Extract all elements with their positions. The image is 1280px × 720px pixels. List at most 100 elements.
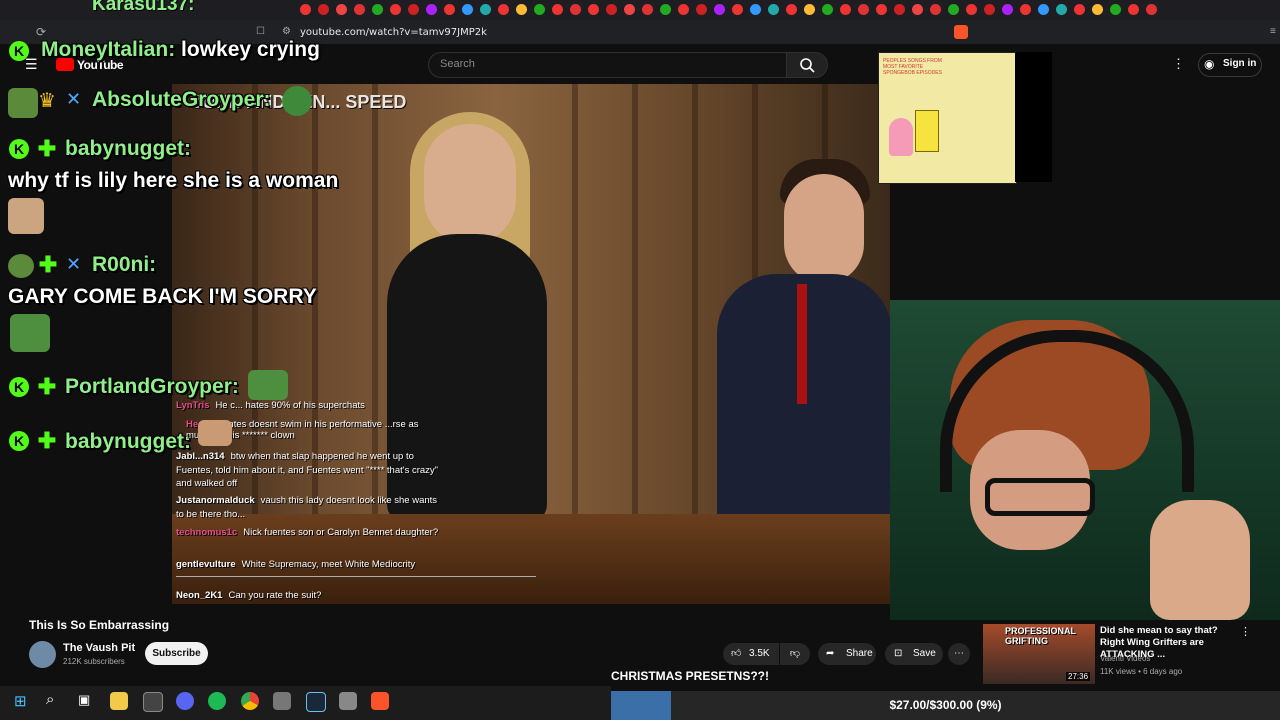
- browser-tab-icon[interactable]: [1020, 4, 1031, 15]
- browser-tab-icon[interactable]: [858, 4, 869, 15]
- browser-tab-icon[interactable]: [516, 4, 527, 15]
- browser-tab-icon[interactable]: [462, 4, 473, 15]
- browser-tab-icon[interactable]: [822, 4, 833, 15]
- browser-tab-icon[interactable]: [1074, 4, 1085, 15]
- browser-tab-icon[interactable]: [624, 4, 635, 15]
- browser-tab-icon[interactable]: [696, 4, 707, 15]
- bookmark-icon[interactable]: ☐: [256, 26, 265, 37]
- browser-tab-icon[interactable]: [786, 4, 797, 15]
- browser-tab-icon[interactable]: [948, 4, 959, 15]
- browser-tab-icon[interactable]: [606, 4, 617, 15]
- browser-tab-icon[interactable]: [372, 4, 383, 15]
- pepe-emote-icon: [8, 254, 34, 278]
- browser-tab-icon[interactable]: [966, 4, 977, 15]
- browser-tab-icon[interactable]: [768, 4, 779, 15]
- browser-tab-icon[interactable]: [588, 4, 599, 15]
- browser-tab-icon[interactable]: [1110, 4, 1121, 15]
- chat-line-4-msg: GARY COME BACK I'M SORRY: [8, 285, 317, 309]
- browser-tab-icon[interactable]: [732, 4, 743, 15]
- obs-icon[interactable]: [143, 692, 163, 712]
- spotify-icon[interactable]: [208, 692, 226, 710]
- browser-tab-icon[interactable]: [1002, 4, 1013, 15]
- browser-tab-icon[interactable]: [894, 4, 905, 15]
- patrick-image: [889, 118, 913, 156]
- small-chat-line: Justanormalduck vaush this lady doesnt lo…: [176, 494, 441, 522]
- thumbnail-border: [1015, 52, 1052, 182]
- windows-start-icon[interactable]: ⊞: [14, 692, 27, 710]
- more-options-icon[interactable]: ⋮: [1172, 56, 1185, 72]
- small-chat-user: Jabl...n314: [176, 451, 225, 462]
- plus-badge-icon: ✚: [37, 428, 57, 453]
- site-info-icon[interactable]: ⚙: [282, 26, 291, 37]
- browser-tab-icon[interactable]: [1146, 4, 1157, 15]
- app-icon[interactable]: [273, 692, 291, 710]
- search-placeholder: Search: [440, 58, 475, 70]
- browser-tab-icon[interactable]: [984, 4, 995, 15]
- like-button[interactable]: 👍︎ 3.5K: [723, 643, 779, 665]
- browser-tab-icon[interactable]: [930, 4, 941, 15]
- browser-tab-icon[interactable]: [1128, 4, 1139, 15]
- steam-icon[interactable]: [306, 692, 326, 712]
- browser-tab-icon[interactable]: [390, 4, 401, 15]
- file-explorer-icon[interactable]: [110, 692, 128, 710]
- browser-tab-icon[interactable]: [300, 4, 311, 15]
- browser-tab-icon[interactable]: [408, 4, 419, 15]
- subscribe-button[interactable]: Subscribe: [145, 642, 208, 665]
- small-chat-line: Neon_2K1 Can you rate the suit?: [176, 590, 321, 601]
- browser-tab-icon[interactable]: [1092, 4, 1103, 15]
- browser-tab-icon[interactable]: [318, 4, 329, 15]
- browser-tab-icon[interactable]: [336, 4, 347, 15]
- pepe-emote-icon: [282, 86, 312, 116]
- browser-tab-icon[interactable]: [570, 4, 581, 15]
- browser-tab-icon[interactable]: [1056, 4, 1067, 15]
- browser-tab-icon[interactable]: [804, 4, 815, 15]
- save-button[interactable]: ⊡ Save: [885, 643, 943, 665]
- browser-tab-icon[interactable]: [750, 4, 761, 15]
- browser-tab-icon[interactable]: [534, 4, 545, 15]
- browser-tab-icon[interactable]: [714, 4, 725, 15]
- chat-username[interactable]: MoneyItalian:: [41, 38, 175, 61]
- app-icon-2[interactable]: [339, 692, 357, 710]
- url-text[interactable]: youtube.com/watch?v=tamv97JMP2k: [300, 27, 487, 38]
- brave-shield-icon[interactable]: [954, 25, 968, 39]
- channel-avatar[interactable]: [29, 641, 56, 668]
- more-actions-button[interactable]: ⋯: [948, 643, 970, 665]
- search-input[interactable]: Search: [428, 52, 788, 78]
- chat-username[interactable]: AbsoluteGroyper:: [92, 88, 271, 111]
- chat-username[interactable]: babynugget:: [65, 430, 191, 453]
- chat-username[interactable]: R00ni:: [92, 253, 156, 276]
- discord-icon[interactable]: [176, 692, 194, 710]
- pepe-emote-icon: [248, 370, 288, 400]
- browser-tab-icon[interactable]: [480, 4, 491, 15]
- video-progress-bar[interactable]: [176, 576, 536, 577]
- menu-icon[interactable]: ≡: [1270, 26, 1276, 37]
- search-button[interactable]: [786, 52, 828, 78]
- browser-tab-icon[interactable]: [354, 4, 365, 15]
- brave-icon[interactable]: [371, 692, 389, 710]
- browser-tab-icon[interactable]: [642, 4, 653, 15]
- search-icon[interactable]: ⌕: [46, 691, 54, 708]
- more-options-icon[interactable]: ⋮: [1240, 625, 1251, 638]
- small-chat-message: He c... hates 90% of his superchats: [215, 400, 365, 411]
- chrome-icon[interactable]: [241, 692, 259, 710]
- reload-icon[interactable]: ⟳: [36, 25, 46, 39]
- browser-tab-icon[interactable]: [912, 4, 923, 15]
- browser-tab-icon[interactable]: [552, 4, 563, 15]
- recommended-channel[interactable]: Valenti Videos: [1100, 654, 1150, 663]
- browser-tab-icon[interactable]: [678, 4, 689, 15]
- share-button[interactable]: ➦ Share: [818, 643, 876, 665]
- browser-tab-icon[interactable]: [1038, 4, 1049, 15]
- sign-in-button[interactable]: ◉ Sign in: [1198, 53, 1262, 77]
- hamburger-icon[interactable]: ☰: [25, 56, 38, 73]
- browser-tab-icon[interactable]: [840, 4, 851, 15]
- browser-tab-icon[interactable]: [498, 4, 509, 15]
- browser-tab-icon[interactable]: [426, 4, 437, 15]
- browser-tab-icon[interactable]: [444, 4, 455, 15]
- channel-name[interactable]: The Vaush Pit: [63, 642, 135, 654]
- browser-tab-icon[interactable]: [876, 4, 887, 15]
- chat-username[interactable]: PortlandGroyper:: [65, 375, 239, 398]
- dislike-button[interactable]: 👎︎: [780, 643, 810, 665]
- chat-username[interactable]: babynugget:: [65, 137, 191, 160]
- task-view-icon[interactable]: ▣: [78, 692, 90, 708]
- browser-tab-icon[interactable]: [660, 4, 671, 15]
